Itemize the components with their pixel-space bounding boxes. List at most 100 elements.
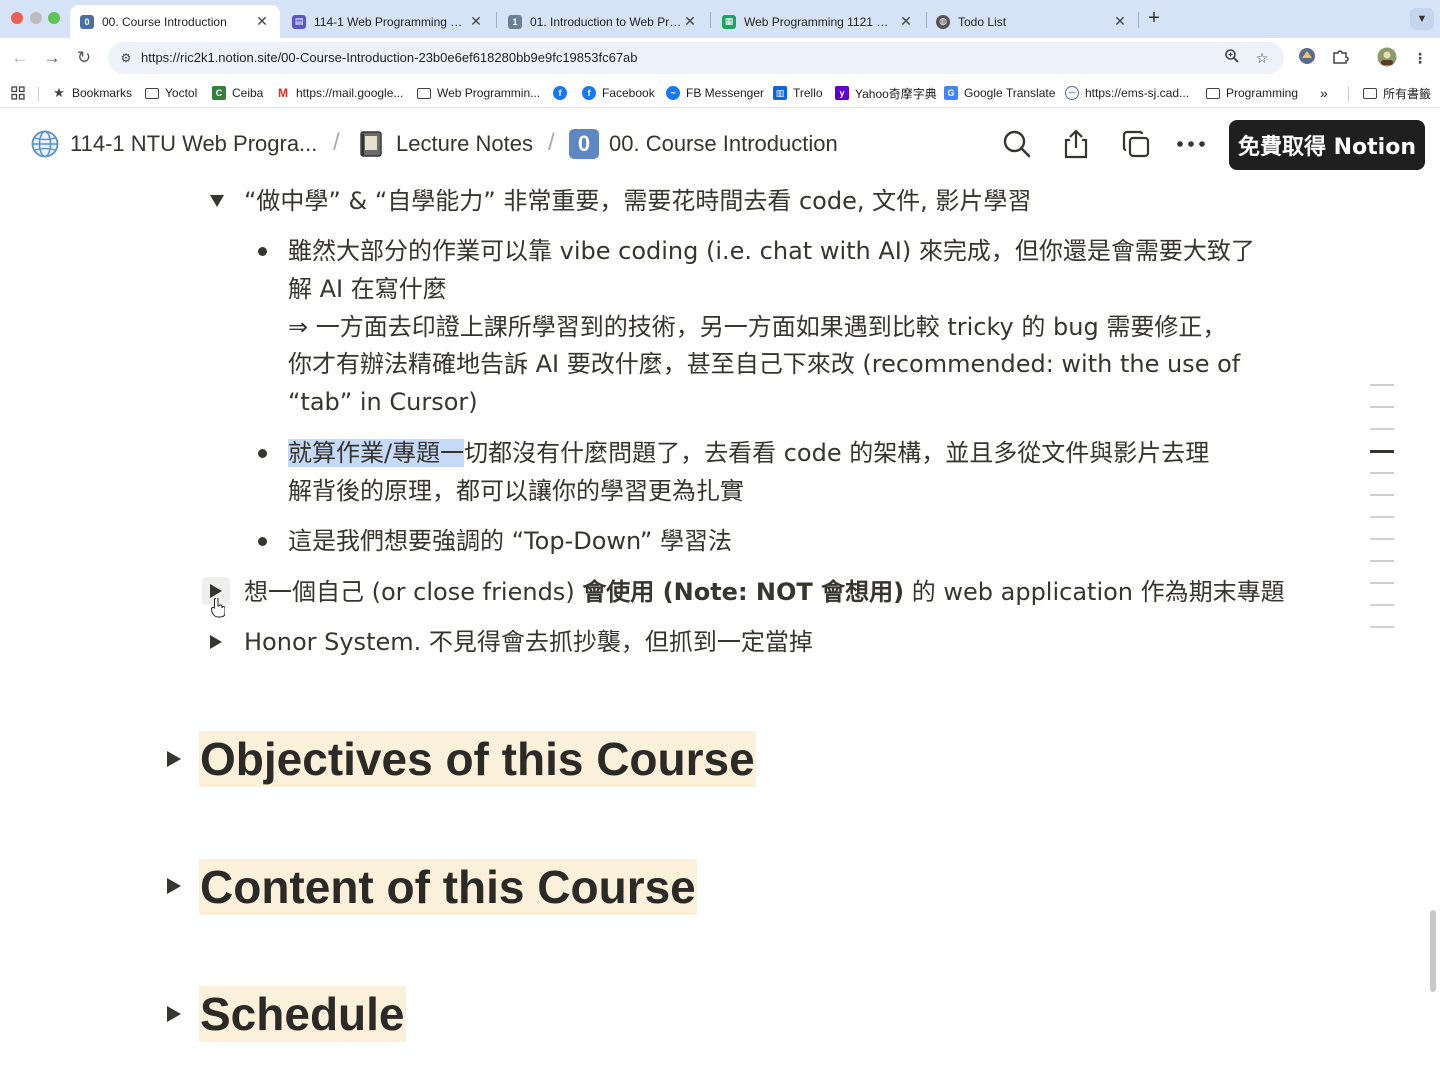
yahoo-icon: y: [835, 86, 849, 100]
outline-marker[interactable]: [1370, 626, 1394, 628]
breadcrumb-lecture-notes[interactable]: Lecture Notes: [356, 128, 533, 160]
bookmark-ems[interactable]: — https://ems-sj.cad...: [1065, 84, 1189, 102]
browser-tab-grades[interactable]: ▦ Web Programming 1121 成績 ✕: [712, 5, 924, 38]
outline-marker[interactable]: [1370, 406, 1394, 408]
outline-marker[interactable]: [1370, 384, 1394, 386]
site-settings-icon[interactable]: ⚙: [118, 50, 134, 66]
browser-tab-intro-web[interactable]: 1 01. Introduction to Web Progr ✕: [498, 5, 708, 38]
toggle-collapsed-icon[interactable]: [202, 628, 230, 656]
bookmark-messenger[interactable]: ~ FB Messenger: [666, 84, 764, 102]
bookmark-bookmarks[interactable]: ★ Bookmarks: [52, 84, 132, 102]
bullet-dot: [258, 449, 267, 458]
close-tab-icon[interactable]: ✕: [468, 13, 484, 30]
url-text[interactable]: https://ric2k1.notion.site/00-Course-Int…: [141, 50, 638, 65]
browser-tab-course-introduction[interactable]: 0 00. Course Introduction ✕: [70, 5, 280, 38]
outline-marker[interactable]: [1370, 494, 1394, 496]
new-tab-button[interactable]: +: [1144, 7, 1164, 30]
browser-menu-icon[interactable]: ⋮: [1409, 47, 1431, 69]
tab-search-button[interactable]: ▼: [1410, 8, 1434, 30]
heading-toggle-icon[interactable]: [164, 876, 184, 896]
bookmark-yoctol[interactable]: Yoctol: [145, 84, 197, 102]
extensions-puzzle-icon[interactable]: [1329, 47, 1351, 69]
notion-topbar: 114-1 NTU Web Progra... / Lecture Notes …: [0, 109, 1440, 179]
bookmarks-bar: ★ Bookmarks Yoctol C Ceiba Mhttps://mail.g…: [0, 78, 1440, 108]
bookmark-google-translate[interactable]: G Google Translate: [944, 84, 1055, 102]
bullet-top-down-line2: 解背後的原理，都可以讓你的學習更為扎實: [288, 477, 744, 505]
folder-icon: [1206, 87, 1220, 99]
outline-marker[interactable]: [1370, 428, 1394, 430]
bookmark-trello[interactable]: ▥ Trello: [773, 84, 823, 102]
heading-objectives[interactable]: Objectives of this Course: [199, 731, 756, 787]
close-tab-icon[interactable]: ✕: [898, 13, 914, 30]
heading-content[interactable]: Content of this Course: [199, 859, 697, 915]
bookmarks-overflow-button[interactable]: »: [1320, 84, 1328, 102]
messenger-icon: ~: [666, 86, 680, 100]
facebook-icon: f: [553, 86, 567, 100]
outline-marker[interactable]: [1370, 516, 1394, 518]
close-tab-icon[interactable]: ✕: [254, 13, 270, 30]
toggle-expanded-icon[interactable]: [203, 187, 231, 215]
browser-tab-bar: 0 00. Course Introduction ✕ ▤ 114-1 Web …: [0, 0, 1440, 38]
bullet-text: 切都沒有什麼問題了，去看看 code 的架構，並且多從文件與影片去理: [464, 439, 1210, 467]
get-notion-free-button[interactable]: 免費取得 Notion: [1229, 120, 1425, 170]
tab-separator: [1138, 12, 1139, 28]
profile-avatar[interactable]: [1376, 47, 1398, 69]
close-window-button[interactable]: [11, 12, 23, 24]
bookmark-programming[interactable]: Programming: [1206, 84, 1298, 102]
bookmark-facebook-icon-only[interactable]: f: [553, 84, 573, 102]
apps-grid-icon[interactable]: [11, 84, 25, 102]
page-content: “做中學” & “自學能力” 非常重要，需要花時間去看 code, 文件, 影片…: [0, 179, 1440, 1080]
outline-marker[interactable]: [1370, 582, 1394, 584]
share-icon[interactable]: [1058, 126, 1094, 162]
star-icon: ★: [53, 85, 65, 100]
breadcrumb-course-introduction[interactable]: 0 00. Course Introduction: [569, 128, 838, 160]
bookmark-gmail[interactable]: Mhttps://mail.google...: [276, 84, 403, 102]
heading-toggle-icon[interactable]: [164, 749, 184, 769]
extension-icon[interactable]: [1296, 47, 1318, 69]
bullet-dot: [258, 247, 267, 256]
outline-marker[interactable]: [1370, 538, 1394, 540]
notion-page-icon: 0: [80, 14, 94, 29]
duplicate-icon[interactable]: [1118, 126, 1154, 162]
zoom-window-button[interactable]: [48, 12, 60, 24]
folder-icon: [1363, 87, 1377, 99]
more-options-icon[interactable]: [1173, 126, 1209, 162]
ceiba-icon: C: [212, 86, 226, 100]
hand-cursor-icon: [211, 597, 226, 623]
close-tab-icon[interactable]: ✕: [1112, 13, 1128, 30]
globe-icon: [30, 129, 60, 159]
all-bookmarks-folder[interactable]: 所有書籤: [1363, 84, 1431, 102]
reload-button[interactable]: ↻: [72, 46, 96, 70]
back-button[interactable]: ←: [8, 46, 32, 70]
notion-page-icon: 1: [508, 14, 522, 29]
browser-tab-accounts[interactable]: ▤ 114-1 Web Programming 帳號 ✕: [282, 5, 494, 38]
toggle-honor-system: Honor System. 不見得會去抓抄襲，但抓到一定當掉: [244, 628, 813, 656]
bookmark-facebook[interactable]: f Facebook: [582, 84, 655, 102]
bullet-dot: [258, 537, 267, 546]
bookmark-ceiba[interactable]: C Ceiba: [212, 84, 263, 102]
browser-tab-todo[interactable]: ◍ Todo List ✕: [926, 5, 1138, 38]
bookmark-separator: [38, 87, 39, 101]
bookmark-yahoo-dictionary[interactable]: y Yahoo奇摩字典: [835, 84, 937, 102]
outline-marker[interactable]: [1370, 604, 1394, 606]
breadcrumb-workspace[interactable]: 114-1 NTU Web Progra...: [30, 128, 317, 160]
search-icon[interactable]: [999, 126, 1035, 162]
heading-toggle-icon[interactable]: [164, 1004, 184, 1024]
chevron-down-icon: ▼: [1416, 13, 1428, 25]
bookmark-web-programming[interactable]: Web Programmin...: [417, 84, 540, 102]
forward-button[interactable]: →: [40, 46, 64, 70]
bookmark-star-icon[interactable]: ☆: [1252, 48, 1272, 68]
vertical-scrollbar[interactable]: [1430, 910, 1436, 992]
heading-schedule[interactable]: Schedule: [199, 986, 406, 1042]
outline-marker[interactable]: [1370, 472, 1394, 474]
outline-marker-active[interactable]: [1370, 450, 1394, 453]
notebook-icon: [356, 129, 386, 159]
zoom-icon[interactable]: [1222, 48, 1242, 68]
close-tab-icon[interactable]: ✕: [682, 13, 698, 30]
sheets-icon: ▦: [722, 14, 736, 29]
outline-marker[interactable]: [1370, 560, 1394, 562]
address-bar[interactable]: ⚙ https://ric2k1.notion.site/00-Course-I…: [108, 42, 1284, 74]
minimize-window-button[interactable]: [30, 12, 42, 24]
breadcrumb-separator: /: [333, 129, 340, 156]
sheet-icon: ▤: [292, 14, 306, 29]
